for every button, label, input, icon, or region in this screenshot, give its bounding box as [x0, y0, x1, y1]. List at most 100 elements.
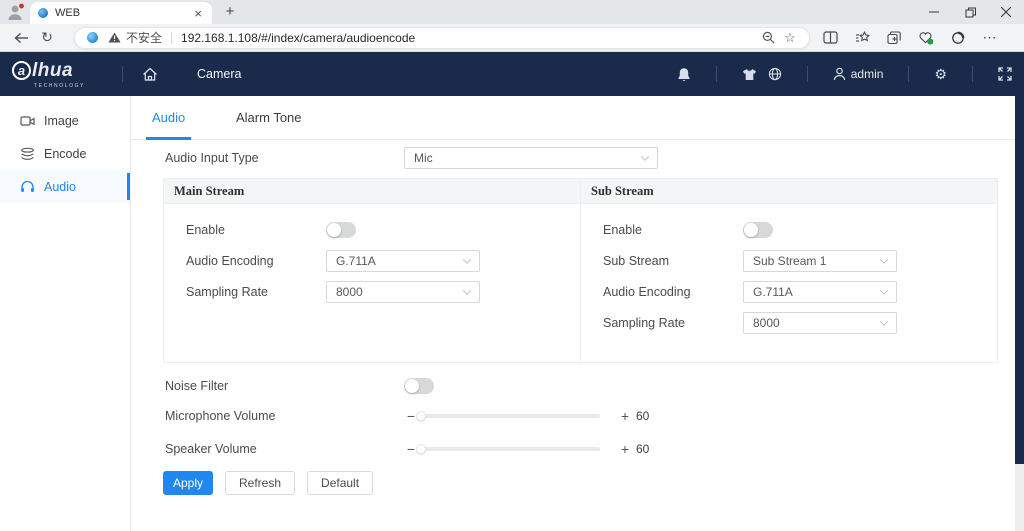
enable-label: Enable	[603, 223, 743, 237]
slider-knob[interactable]	[416, 444, 426, 454]
refresh-button[interactable]: Refresh	[225, 471, 295, 495]
split-screen-icon[interactable]	[820, 28, 840, 48]
collections-add-icon[interactable]	[884, 28, 904, 48]
main-audio-encoding-select[interactable]: G.711A	[326, 250, 480, 272]
main-stream-enable-toggle[interactable]	[326, 222, 356, 238]
security-label[interactable]: 不安全	[126, 29, 162, 46]
restore-icon[interactable]	[952, 0, 988, 24]
audio-encoding-label: Audio Encoding	[603, 285, 743, 299]
favorites-hub-icon[interactable]	[852, 28, 872, 48]
select-value: 8000	[753, 316, 780, 330]
scrollbar-track[interactable]	[1015, 464, 1024, 531]
more-menu-icon[interactable]: ⋯	[980, 28, 1000, 48]
main-sampling-rate-select[interactable]: 8000	[326, 281, 480, 303]
screen: WEB × + ↻	[0, 0, 1024, 531]
image-camera-icon	[20, 114, 35, 127]
theme-shirt-icon[interactable]	[742, 68, 757, 81]
sub-sampling-rate-select[interactable]: 8000	[743, 312, 897, 334]
browser-tab[interactable]: WEB ×	[30, 2, 212, 24]
chevron-down-icon	[880, 317, 888, 325]
tab-audio[interactable]: Audio	[146, 96, 191, 140]
dahua-logo: alhua TECHNOLOGY	[12, 60, 108, 89]
close-window-icon[interactable]	[988, 0, 1024, 24]
sidebar-item-label: Image	[44, 114, 79, 128]
main-content: Audio Alarm Tone Audio Input Type Mic Ma…	[131, 96, 1015, 531]
audio-input-type-value: Mic	[414, 151, 433, 165]
toggle-knob	[744, 223, 758, 237]
sub-stream-label: Sub Stream	[603, 254, 743, 268]
not-secure-icon[interactable]	[108, 32, 121, 43]
sidebar-item-label: Audio	[44, 180, 76, 194]
chevron-down-icon	[641, 152, 649, 160]
sidebar-item-image[interactable]: Image	[0, 104, 130, 137]
chevron-down-icon	[880, 286, 888, 294]
apply-button[interactable]: Apply	[163, 471, 213, 495]
noise-filter-toggle[interactable]	[404, 378, 434, 394]
browser-toolbar: ↻ 不安全 192.168.1.108/#/index/camera/audio…	[0, 24, 1024, 52]
browser-essentials-icon[interactable]	[916, 28, 936, 48]
audio-input-type-select[interactable]: Mic	[404, 147, 658, 169]
speaker-volume-slider[interactable]	[421, 447, 600, 451]
copilot-icon[interactable]	[948, 28, 968, 48]
refresh-icon[interactable]: ↻	[34, 27, 60, 49]
back-icon[interactable]	[8, 27, 34, 49]
sub-stream-title: Sub Stream	[581, 179, 997, 204]
browser-tab-strip: WEB × +	[0, 0, 1024, 24]
header-divider	[908, 66, 909, 82]
select-value: G.711A	[336, 254, 376, 268]
toggle-knob	[327, 223, 341, 237]
username: admin	[851, 67, 884, 81]
tab-alarm-tone[interactable]: Alarm Tone	[236, 96, 302, 140]
mic-volume-increase-button[interactable]: +	[618, 406, 632, 426]
default-button[interactable]: Default	[307, 471, 373, 495]
select-value: Sub Stream 1	[753, 254, 826, 268]
nav-camera[interactable]: Camera	[197, 67, 241, 81]
sampling-rate-label: Sampling Rate	[603, 316, 743, 330]
settings-gear-icon[interactable]: ⚙	[934, 67, 947, 81]
chevron-down-icon	[463, 255, 471, 263]
window-controls	[916, 0, 1024, 24]
scrollbar-thumb[interactable]	[1015, 96, 1024, 464]
mic-volume-value: 60	[636, 406, 649, 426]
header-divider	[807, 66, 808, 82]
sub-stream-select[interactable]: Sub Stream 1	[743, 250, 897, 272]
address-bar[interactable]: 不安全 192.168.1.108/#/index/camera/audioen…	[74, 27, 810, 49]
select-value: G.711A	[753, 285, 793, 299]
profile-avatar-icon[interactable]	[6, 3, 26, 21]
slider-knob[interactable]	[416, 411, 426, 421]
language-globe-icon[interactable]	[768, 67, 782, 81]
sidebar: Image Encode Audio	[0, 96, 131, 531]
sub-stream-enable-toggle[interactable]	[743, 222, 773, 238]
action-buttons: Apply Refresh Default	[163, 471, 373, 495]
chevron-down-icon	[463, 286, 471, 294]
site-favicon-icon	[38, 8, 48, 18]
sidebar-item-audio[interactable]: Audio	[0, 170, 130, 203]
close-tab-icon[interactable]: ×	[192, 7, 204, 20]
select-value: 8000	[336, 285, 363, 299]
active-indicator	[127, 173, 130, 200]
minimize-icon[interactable]	[916, 0, 952, 24]
zoom-out-icon[interactable]	[757, 31, 779, 44]
noise-filter-label: Noise Filter	[165, 378, 228, 394]
sub-stream-panel: Sub Stream Enable Sub Stream Sub Stream …	[580, 179, 997, 362]
fullscreen-icon[interactable]	[998, 67, 1012, 81]
mic-volume-slider[interactable]	[421, 414, 600, 418]
microphone-volume-label: Microphone Volume	[165, 406, 275, 426]
favorite-star-icon[interactable]: ☆	[779, 30, 801, 46]
speaker-volume-value: 60	[636, 439, 649, 459]
user-menu[interactable]: admin	[833, 67, 884, 81]
url-text[interactable]: 192.168.1.108/#/index/camera/audioencode	[181, 31, 757, 45]
sidebar-item-encode[interactable]: Encode	[0, 137, 130, 170]
sub-audio-encoding-select[interactable]: G.711A	[743, 281, 897, 303]
stream-panels: Main Stream Enable Audio Encoding G.711A…	[163, 178, 998, 363]
new-tab-button[interactable]: +	[220, 2, 240, 22]
user-icon	[833, 67, 846, 81]
chevron-down-icon	[880, 255, 888, 263]
encode-layers-icon	[20, 147, 35, 161]
notification-bell-icon[interactable]	[677, 67, 691, 82]
speaker-volume-increase-button[interactable]: +	[618, 439, 632, 459]
home-icon[interactable]	[137, 67, 163, 82]
tab-title: WEB	[55, 7, 192, 19]
site-globe-icon	[87, 32, 98, 43]
address-divider	[171, 32, 172, 44]
